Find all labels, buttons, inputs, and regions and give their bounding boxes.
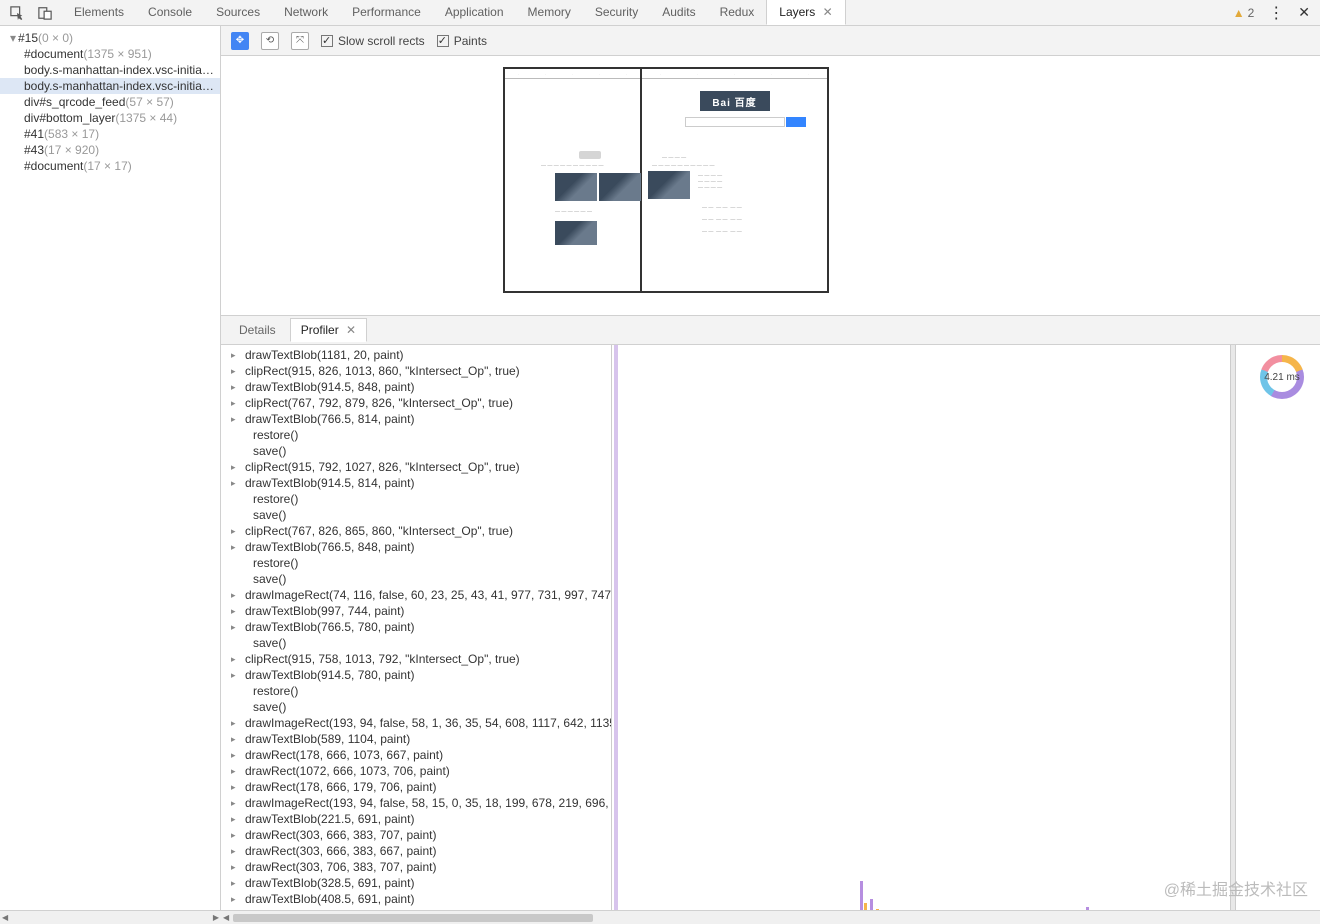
flame-chart-pane[interactable]: 4.21 ms — [612, 345, 1320, 923]
paint-log-row[interactable]: drawTextBlob(914.5, 780, paint) — [221, 667, 611, 683]
reset-icon[interactable]: ⤧ — [291, 32, 309, 50]
paint-log-row[interactable]: save() — [221, 507, 611, 523]
paint-log-pane[interactable]: drawTextBlob(1181, 20, paint)clipRect(91… — [221, 345, 612, 923]
paint-log-row[interactable]: drawImageRect(193, 94, false, 58, 1, 36,… — [221, 715, 611, 731]
rotate-icon[interactable]: ⟲ — [261, 32, 279, 50]
layer-tree-row[interactable]: #document(1375 × 951) — [0, 46, 220, 62]
paints-label: Paints — [454, 34, 487, 48]
left-horizontal-scrollbar[interactable]: ◀▶ — [0, 910, 221, 924]
timing-donut: 4.21 ms — [1260, 355, 1304, 399]
tab-strip: ElementsConsoleSourcesNetworkPerformance… — [62, 0, 1233, 25]
profiler-body: drawTextBlob(1181, 20, paint)clipRect(91… — [221, 345, 1320, 924]
paint-log-row[interactable]: drawTextBlob(408.5, 691, paint) — [221, 891, 611, 907]
pan-icon[interactable]: ✥ — [231, 32, 249, 50]
checkbox-icon — [437, 35, 449, 47]
paint-log-row[interactable]: drawRect(303, 666, 383, 707, paint) — [221, 827, 611, 843]
warnings-badge[interactable]: ▲2 — [1233, 6, 1255, 20]
layers-toolbar: ✥ ⟲ ⤧ Slow scroll rects Paints — [221, 26, 1320, 56]
layer-tree-row[interactable]: #41(583 × 17) — [0, 126, 220, 142]
paint-log-row[interactable]: drawTextBlob(766.5, 780, paint) — [221, 619, 611, 635]
layer-tree: ▾#15(0 × 0)#document(1375 × 951)body.s-m… — [0, 26, 220, 178]
close-icon[interactable]: ✕ — [819, 5, 832, 19]
paint-log-row[interactable]: drawRect(303, 666, 383, 667, paint) — [221, 843, 611, 859]
tab-elements[interactable]: Elements — [62, 0, 136, 25]
tab-security[interactable]: Security — [583, 0, 650, 25]
main-split: ▾#15(0 × 0)#document(1375 × 951)body.s-m… — [0, 26, 1320, 924]
paint-log-row[interactable]: drawImageRect(193, 94, false, 58, 15, 0,… — [221, 795, 611, 811]
paint-log-row[interactable]: restore() — [221, 683, 611, 699]
paint-log-row[interactable]: drawRect(178, 666, 179, 706, paint) — [221, 779, 611, 795]
donut-time: 4.21 ms — [1264, 372, 1300, 383]
right-panel: ✥ ⟲ ⤧ Slow scroll rects Paints ..... — —… — [221, 26, 1320, 924]
tab-layers[interactable]: Layers ✕ — [766, 0, 845, 25]
paint-log-row[interactable]: save() — [221, 571, 611, 587]
layer-tree-row[interactable]: body.s-manhattan-index.vsc-initialize — [0, 62, 220, 78]
paint-log-row[interactable]: clipRect(915, 792, 1027, 826, "kIntersec… — [221, 459, 611, 475]
paint-log-row[interactable]: drawRect(303, 706, 383, 707, paint) — [221, 859, 611, 875]
bottom-horizontal-scrollbar[interactable]: ◀ — [221, 910, 1320, 924]
warning-icon: ▲ — [1233, 6, 1245, 20]
warning-count: 2 — [1248, 6, 1255, 20]
paint-log-row[interactable]: clipRect(915, 826, 1013, 860, "kIntersec… — [221, 363, 611, 379]
tab-performance[interactable]: Performance — [340, 0, 433, 25]
layer-tree-row[interactable]: #document(17 × 17) — [0, 158, 220, 174]
paint-log-row[interactable]: save() — [221, 443, 611, 459]
tab-redux[interactable]: Redux — [708, 0, 767, 25]
paint-log-row[interactable]: save() — [221, 635, 611, 651]
checkbox-icon — [321, 35, 333, 47]
tab-application[interactable]: Application — [433, 0, 516, 25]
paint-log-row[interactable]: restore() — [221, 491, 611, 507]
tab-audits[interactable]: Audits — [650, 0, 707, 25]
right-controls: ▲2 ⋮ ✕ — [1233, 3, 1320, 23]
paint-log-row[interactable]: drawTextBlob(589, 1104, paint) — [221, 731, 611, 747]
devtools-topbar: ElementsConsoleSourcesNetworkPerformance… — [0, 0, 1320, 26]
close-icon[interactable]: ✕ — [343, 323, 356, 337]
paint-log-row[interactable]: save() — [221, 699, 611, 715]
layers-3d-preview[interactable]: ..... — — — — — — — — — — — — — — — — ..… — [221, 56, 1320, 315]
paint-log-row[interactable]: drawTextBlob(766.5, 848, paint) — [221, 539, 611, 555]
layer-tree-panel: ▾#15(0 × 0)#document(1375 × 951)body.s-m… — [0, 26, 221, 924]
paint-log-row[interactable]: drawRect(178, 666, 1073, 667, paint) — [221, 747, 611, 763]
paint-log-row[interactable]: drawImageRect(74, 116, false, 60, 23, 25… — [221, 587, 611, 603]
tab-sources[interactable]: Sources — [204, 0, 272, 25]
tab-memory[interactable]: Memory — [516, 0, 583, 25]
close-icon[interactable]: ✕ — [1298, 4, 1310, 21]
paint-log-row[interactable]: drawTextBlob(328.5, 691, paint) — [221, 875, 611, 891]
paint-log-row[interactable]: drawTextBlob(1181, 20, paint) — [221, 347, 611, 363]
tab-network[interactable]: Network — [272, 0, 340, 25]
kebab-menu-icon[interactable]: ⋮ — [1268, 3, 1284, 23]
layer-subtabs: Details Profiler ✕ — [221, 315, 1320, 345]
preview-document-frame: ..... — — — — — — — — — — — — — — — — ..… — [503, 67, 829, 293]
device-icon[interactable] — [38, 6, 52, 20]
paint-log-row[interactable]: drawTextBlob(914.5, 814, paint) — [221, 475, 611, 491]
paint-log-row[interactable]: drawTextBlob(997, 744, paint) — [221, 603, 611, 619]
layer-tree-row[interactable]: #43(17 × 920) — [0, 142, 220, 158]
layer-tree-row[interactable]: ▾#15(0 × 0) — [0, 30, 220, 46]
tab-console[interactable]: Console — [136, 0, 204, 25]
paint-log-row[interactable]: drawTextBlob(766.5, 814, paint) — [221, 411, 611, 427]
paint-log-row[interactable]: clipRect(915, 758, 1013, 792, "kIntersec… — [221, 651, 611, 667]
paint-log-row[interactable]: drawRect(1072, 666, 1073, 706, paint) — [221, 763, 611, 779]
slow-scroll-label: Slow scroll rects — [338, 34, 425, 48]
layer-tree-row[interactable]: body.s-manhattan-index.vsc-initialize — [0, 78, 220, 94]
paint-log-row[interactable]: restore() — [221, 427, 611, 443]
paint-log-row[interactable]: clipRect(767, 792, 879, 826, "kIntersect… — [221, 395, 611, 411]
slow-scroll-rects-checkbox[interactable]: Slow scroll rects — [321, 34, 425, 48]
tab-profiler[interactable]: Profiler ✕ — [290, 318, 367, 342]
paint-log-row[interactable]: restore() — [221, 555, 611, 571]
paint-log-row[interactable]: drawTextBlob(914.5, 848, paint) — [221, 379, 611, 395]
paints-checkbox[interactable]: Paints — [437, 34, 487, 48]
tab-details[interactable]: Details — [229, 319, 286, 341]
layer-tree-row[interactable]: div#bottom_layer(1375 × 44) — [0, 110, 220, 126]
layer-tree-row[interactable]: div#s_qrcode_feed(57 × 57) — [0, 94, 220, 110]
paint-log-row[interactable]: clipRect(767, 826, 865, 860, "kIntersect… — [221, 523, 611, 539]
paint-log-row[interactable]: drawTextBlob(221.5, 691, paint) — [221, 811, 611, 827]
preview-logo: Bai 百度 — [700, 91, 770, 111]
inspect-icon[interactable] — [10, 6, 24, 20]
top-left-icons — [0, 6, 62, 20]
